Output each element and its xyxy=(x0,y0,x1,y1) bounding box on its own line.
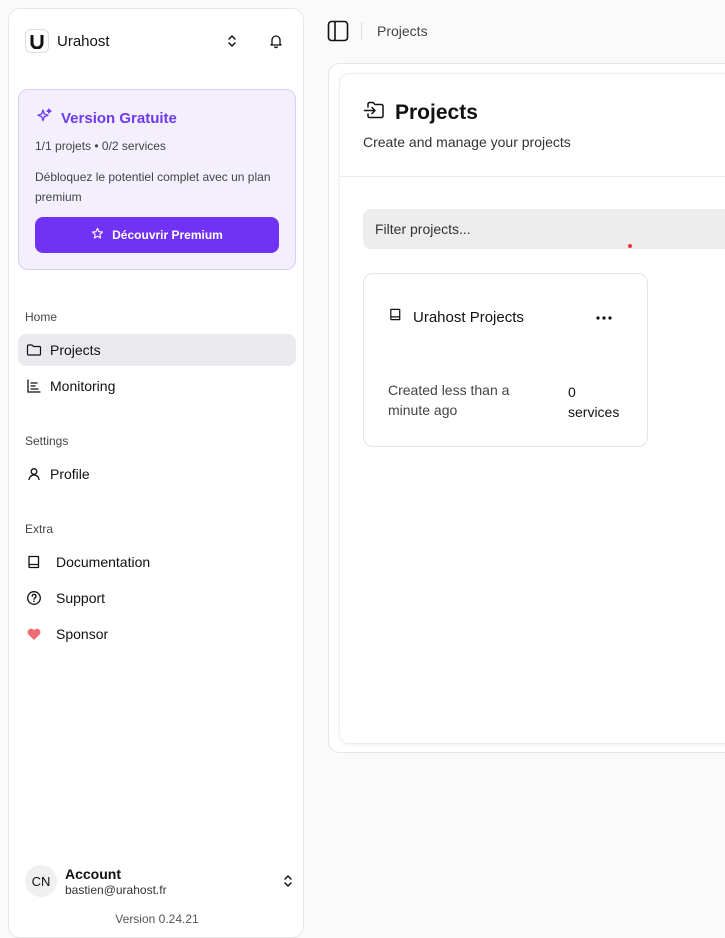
header-divider xyxy=(339,176,725,177)
sidebar-item-documentation[interactable]: Documentation xyxy=(18,546,296,578)
sidebar: Urahost Version Gratuite 1/1 projets • 0… xyxy=(8,8,304,938)
page-header: Projects xyxy=(363,99,478,126)
section-label-home: Home xyxy=(25,310,58,324)
discover-premium-button[interactable]: Découvrir Premium xyxy=(35,217,279,253)
discover-premium-label: Découvrir Premium xyxy=(112,228,223,242)
sidebar-item-profile[interactable]: Profile xyxy=(18,458,296,490)
services-label: services xyxy=(568,404,620,420)
urahost-logo-icon xyxy=(25,29,49,53)
chevron-up-down-icon[interactable] xyxy=(220,29,244,53)
promo-usage: 1/1 projets • 0/2 services xyxy=(35,139,166,153)
sidebar-item-sponsor[interactable]: Sponsor xyxy=(18,618,296,650)
book-icon xyxy=(388,307,403,327)
promo-description: Débloquez le potentiel complet avec un p… xyxy=(35,170,271,204)
services-count: 0 xyxy=(568,384,576,400)
cursor-marker xyxy=(628,244,632,248)
section-label-extra: Extra xyxy=(25,522,54,536)
sidebar-item-label: Documentation xyxy=(56,554,151,570)
folder-input-icon xyxy=(363,99,385,126)
breadcrumb[interactable]: Projects xyxy=(377,23,428,39)
sidebar-item-support[interactable]: Support xyxy=(18,582,296,614)
account-email: bastien@urahost.fr xyxy=(65,882,167,897)
sidebar-item-label: Profile xyxy=(50,466,90,482)
monitor-chart-icon xyxy=(26,378,42,394)
help-circle-icon xyxy=(26,590,42,606)
project-name: Urahost Projects xyxy=(413,308,524,326)
workspace-switcher[interactable]: Urahost xyxy=(25,29,110,53)
chevron-up-down-icon xyxy=(281,874,295,893)
bell-icon[interactable] xyxy=(264,29,288,53)
account-name: Account xyxy=(65,865,121,882)
promo-title: Version Gratuite xyxy=(35,107,177,129)
more-horizontal-icon[interactable] xyxy=(592,308,616,328)
project-created-time: Created less than a minute ago xyxy=(388,382,510,418)
user-icon xyxy=(26,466,42,482)
sidebar-item-monitoring[interactable]: Monitoring xyxy=(18,370,296,402)
sidebar-item-label: Monitoring xyxy=(50,378,116,394)
account-menu[interactable]: CN Account bastien@urahost.fr xyxy=(25,863,295,899)
heart-icon xyxy=(26,626,42,642)
topbar-divider xyxy=(361,22,362,40)
workspace-name: Urahost xyxy=(57,32,110,50)
sidebar-item-label: Sponsor xyxy=(56,626,109,642)
filter-projects-input[interactable] xyxy=(363,209,725,249)
avatar: CN xyxy=(25,865,57,897)
sidebar-item-projects[interactable]: Projects xyxy=(18,334,296,366)
sidebar-toggle-icon[interactable] xyxy=(327,20,349,42)
page-title: Projects xyxy=(395,100,478,124)
page-subtitle: Create and manage your projects xyxy=(363,134,571,150)
sidebar-item-label: Support xyxy=(56,590,106,606)
folder-icon xyxy=(26,342,42,358)
section-label-settings: Settings xyxy=(25,434,69,448)
star-icon xyxy=(91,227,104,243)
project-services-count: 0 services xyxy=(568,382,638,422)
app-version: Version 0.24.21 xyxy=(115,912,199,926)
project-card[interactable]: Urahost Projects Created less than a min… xyxy=(363,273,648,447)
book-icon xyxy=(26,554,42,570)
plan-promo-card: Version Gratuite 1/1 projets • 0/2 servi… xyxy=(18,89,296,270)
promo-title-text: Version Gratuite xyxy=(61,109,177,127)
sidebar-item-label: Projects xyxy=(50,342,101,358)
sparkles-icon xyxy=(35,107,53,129)
